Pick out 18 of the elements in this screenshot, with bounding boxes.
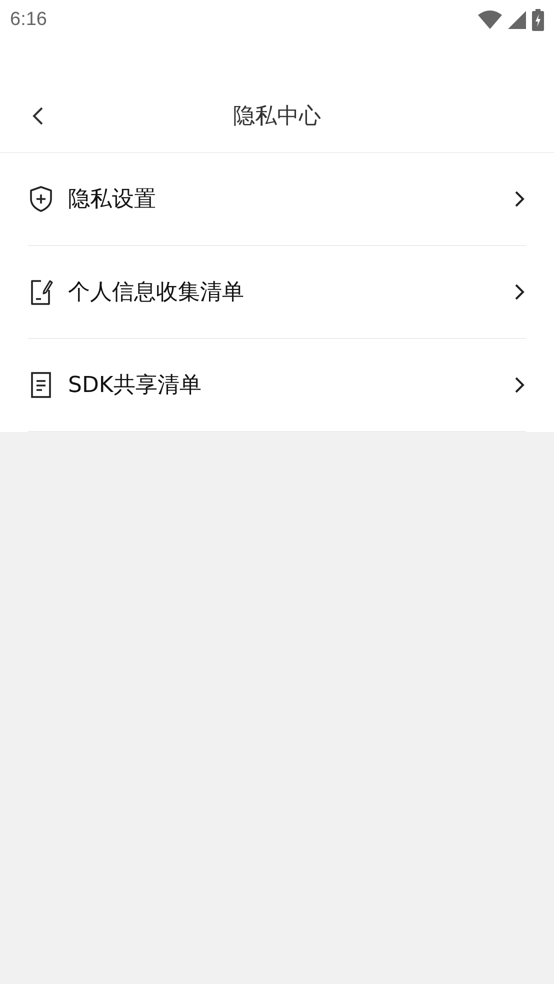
chevron-right-icon <box>514 190 526 208</box>
menu-item[interactable]: SDK共享清单 <box>28 339 526 432</box>
chevron-right-icon <box>514 283 526 301</box>
menu-item[interactable]: 隐私设置 <box>28 153 526 246</box>
page-title: 隐私中心 <box>233 103 321 131</box>
menu-item-label: SDK共享清单 <box>68 372 202 400</box>
back-icon[interactable] <box>32 106 44 126</box>
menu-item-label: 个人信息收集清单 <box>68 279 245 307</box>
chevron-right-icon <box>514 376 526 394</box>
menu-item-label: 隐私设置 <box>68 186 157 214</box>
menu-item[interactable]: 个人信息收集清单 <box>28 246 526 339</box>
signal-icon <box>508 11 526 29</box>
status-time: 6:16 <box>10 9 47 31</box>
wifi-icon <box>478 10 502 30</box>
shield-plus-icon <box>28 185 54 213</box>
document-pencil-icon <box>28 278 54 306</box>
battery-icon <box>532 9 544 31</box>
document-icon <box>28 371 54 399</box>
